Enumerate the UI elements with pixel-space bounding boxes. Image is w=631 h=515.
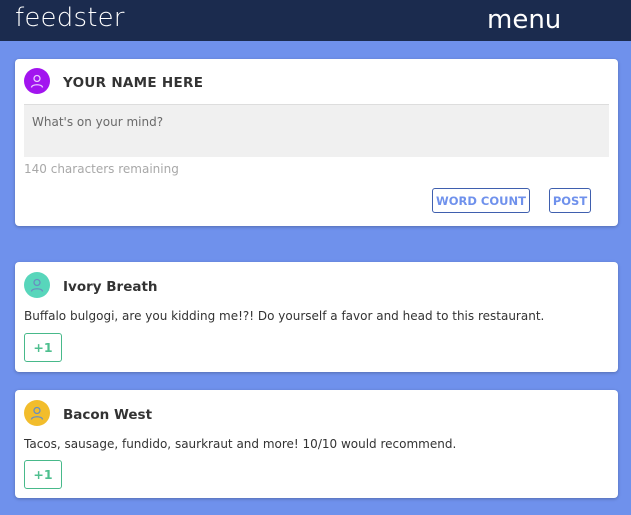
- person-icon: [30, 278, 44, 292]
- brand-logo[interactable]: feedster: [15, 2, 125, 34]
- word-count-button[interactable]: WORD COUNT: [432, 188, 530, 213]
- post-author: Ivory Breath: [63, 279, 158, 295]
- menu-button[interactable]: menu: [487, 4, 561, 36]
- post-avatar: [24, 400, 50, 426]
- feed-post: Ivory Breath Buffalo bulgogi, are you ki…: [15, 262, 618, 372]
- composer-username: YOUR NAME HERE: [63, 75, 204, 91]
- person-icon: [30, 74, 44, 88]
- post-composer: YOUR NAME HERE 140 characters remaining …: [15, 59, 618, 226]
- plus-one-button[interactable]: +1: [24, 333, 62, 362]
- plus-one-button[interactable]: +1: [24, 460, 62, 489]
- post-text-input[interactable]: [24, 104, 609, 157]
- post-button[interactable]: POST: [549, 188, 591, 213]
- post-author: Bacon West: [63, 407, 153, 423]
- post-avatar: [24, 272, 50, 298]
- characters-remaining: 140 characters remaining: [24, 162, 179, 176]
- person-icon: [30, 406, 44, 420]
- post-text: Tacos, sausage, fundido, saurkraut and m…: [24, 437, 457, 451]
- post-text: Buffalo bulgogi, are you kidding me!?! D…: [24, 309, 545, 323]
- top-navbar: feedster menu: [0, 0, 631, 41]
- composer-avatar: [24, 68, 50, 94]
- feed-post: Bacon West Tacos, sausage, fundido, saur…: [15, 390, 618, 498]
